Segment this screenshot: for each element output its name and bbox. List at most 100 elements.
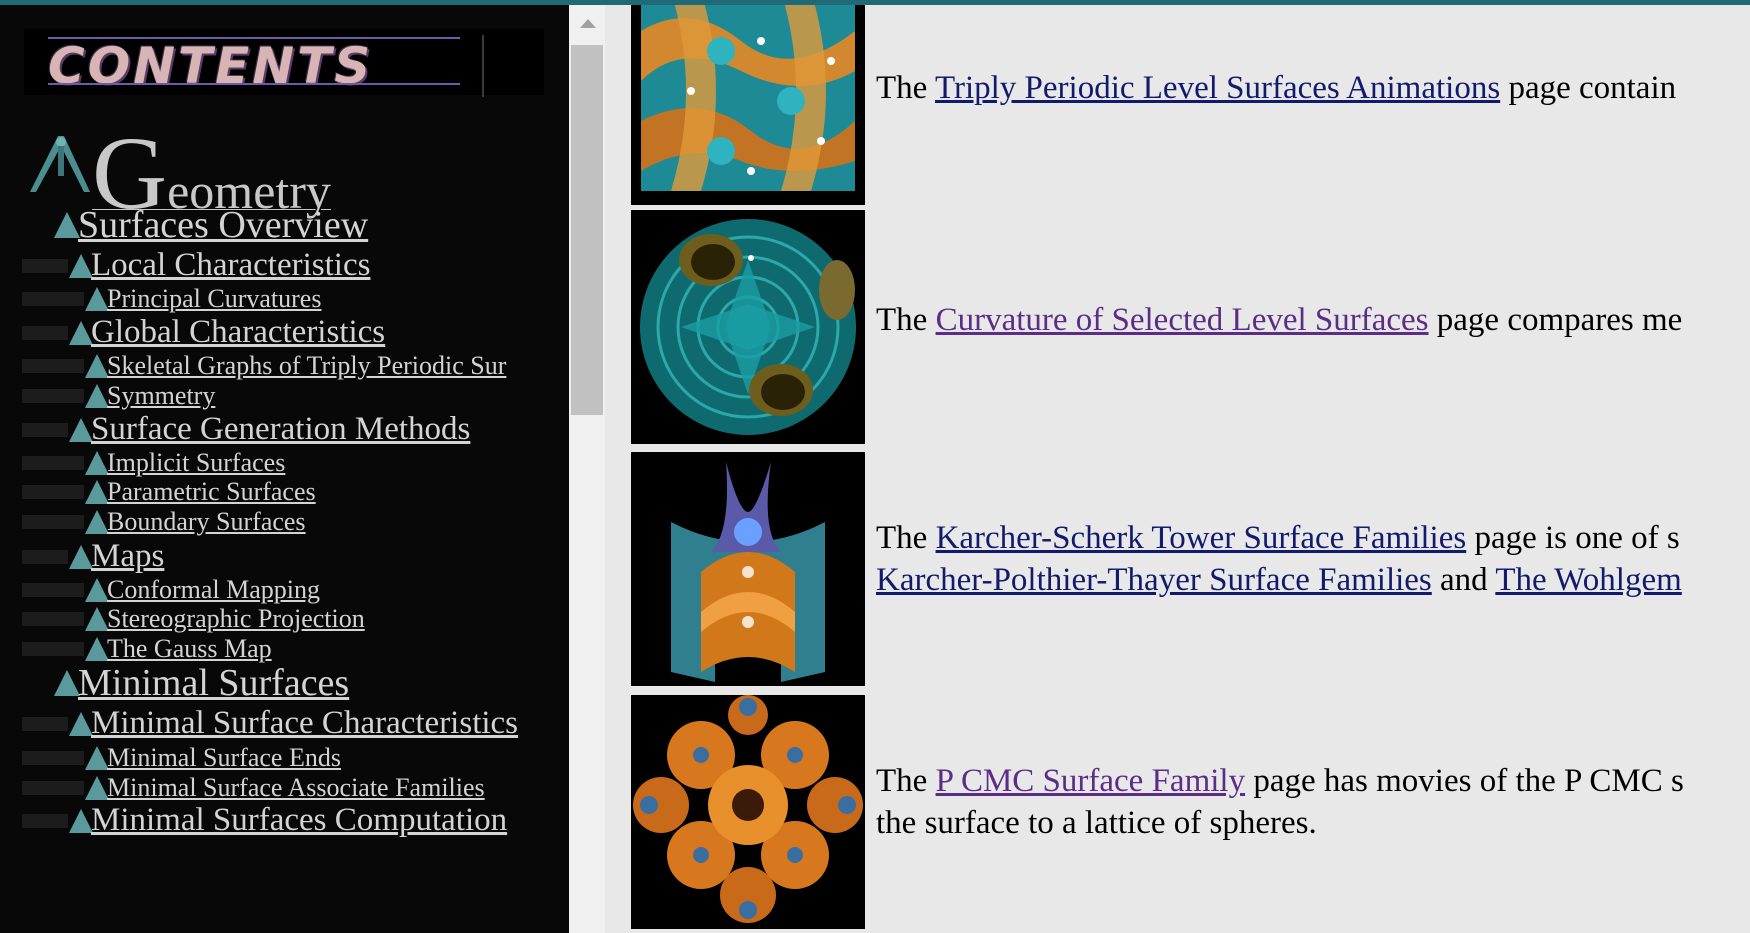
nav-item[interactable]: The Gauss Map (22, 634, 272, 664)
nav-item[interactable]: Minimal Surfaces Computation (22, 802, 507, 839)
triangle-bullet-icon (85, 451, 109, 475)
banner-bottom-line (48, 83, 460, 85)
triangle-bullet-icon (85, 776, 109, 800)
nav-item[interactable]: Maps (22, 538, 164, 575)
level-surface-thumbnail[interactable] (631, 5, 865, 205)
nav-link[interactable]: Parametric Surfaces (107, 477, 316, 507)
nav-item[interactable]: Surfaces Overview (54, 203, 368, 247)
nav-indent-marker (22, 389, 84, 403)
nav-item[interactable]: Conformal Mapping (22, 575, 320, 605)
scroll-thumb[interactable] (571, 45, 603, 415)
desc-text: The (876, 302, 936, 338)
nav-item[interactable]: Global Characteristics (22, 314, 385, 351)
nav-item[interactable]: Parametric Surfaces (22, 477, 316, 507)
nav-link[interactable]: Conformal Mapping (107, 575, 320, 605)
nav-indent-marker (22, 716, 68, 731)
karcher-scherk-link[interactable]: Karcher-Scherk Tower Surface Families (936, 520, 1467, 556)
nav-item[interactable]: Surface Generation Methods (22, 411, 470, 448)
nav-indent-marker (22, 325, 68, 340)
nav-link[interactable]: Skeletal Graphs of Triply Periodic Sur (107, 351, 506, 381)
nav-link[interactable]: Implicit Surfaces (107, 448, 285, 478)
p-cmc-surface-family-link[interactable]: P CMC Surface Family (936, 763, 1246, 799)
nav-indent-marker (22, 751, 84, 765)
nav-scrollbar[interactable] (569, 5, 605, 933)
nav-indent-marker (22, 583, 84, 597)
desc-text: and (1431, 562, 1496, 598)
triangle-bullet-icon (85, 637, 109, 661)
nav-link[interactable]: Surface Generation Methods (91, 411, 470, 448)
desc-text: page has movies of the P CMC s (1245, 763, 1684, 799)
nav-link[interactable]: Minimal Surfaces Computation (91, 802, 507, 839)
nav-link[interactable]: Symmetry (107, 381, 215, 411)
nav-item[interactable]: Stereographic Projection (22, 604, 365, 634)
nav-link[interactable]: Stereographic Projection (107, 604, 365, 634)
nav-item[interactable]: Minimal Surface Associate Families (22, 773, 485, 803)
scroll-up-arrow-icon[interactable] (580, 19, 596, 28)
nav-link[interactable]: Principal Curvatures (107, 284, 321, 314)
triangle-bullet-icon (85, 746, 109, 770)
karcher-scherk-thumbnail[interactable] (631, 452, 865, 686)
karcher-polthier-thayer-link[interactable]: Karcher-Polthier-Thayer Surface Families (876, 562, 1432, 598)
nav-item[interactable]: Symmetry (22, 381, 215, 411)
nav-indent-marker (22, 359, 84, 373)
nav-indent-marker (22, 642, 84, 656)
desc-text: The (876, 70, 935, 106)
triply-periodic-animations-link[interactable]: Triply Periodic Level Surfaces Animation… (935, 70, 1500, 106)
triangle-bullet-icon (69, 544, 93, 569)
triangle-bullet-icon (85, 354, 109, 378)
nav-indent-marker (22, 258, 68, 273)
nav-item[interactable]: Minimal Surfaces (54, 661, 349, 705)
triangle-bullet-icon (69, 711, 93, 736)
nav-link[interactable]: Global Characteristics (91, 314, 385, 351)
nav-link[interactable]: Surfaces Overview (78, 203, 368, 247)
row-description: The P CMC Surface Family page has movies… (876, 760, 1750, 844)
nav-indent-marker (22, 813, 68, 828)
triangle-bullet-icon (85, 578, 109, 602)
contents-nav-frame: CONTENTS Geometry Surfaces Overview Local… (0, 5, 569, 933)
nav-link[interactable]: Local Characteristics (91, 247, 370, 284)
desc-text: page compares me (1428, 302, 1683, 338)
triangle-bullet-icon (69, 320, 93, 345)
triangle-bullet-icon (69, 417, 93, 442)
desc-line: The Karcher-Scherk Tower Surface Familie… (876, 517, 1750, 559)
nav-link[interactable]: Boundary Surfaces (107, 507, 306, 537)
triangle-bullet-icon (85, 510, 109, 534)
wohlgemuth-link[interactable]: The Wohlgem (1495, 562, 1681, 598)
triangle-bullet-icon (54, 670, 80, 696)
triangle-bullet-icon (54, 212, 80, 238)
desc-text: The (876, 520, 936, 556)
curvature-level-surfaces-link[interactable]: Curvature of Selected Level Surfaces (936, 302, 1429, 338)
desc-text: page contain (1500, 70, 1677, 106)
nav-item[interactable]: Local Characteristics (22, 247, 370, 284)
desc-text: The (876, 763, 936, 799)
row-description: The Curvature of Selected Level Surfaces… (876, 299, 1750, 341)
triangle-bullet-icon (69, 253, 93, 278)
nav-link[interactable]: The Gauss Map (107, 634, 272, 664)
nav-link[interactable]: Minimal Surface Associate Families (107, 773, 485, 803)
main-content: The Triply Periodic Level Surfaces Anima… (605, 5, 1750, 933)
nav-link[interactable]: Minimal Surface Ends (107, 743, 341, 773)
nav-item[interactable]: Principal Curvatures (22, 284, 321, 314)
banner-separator (482, 35, 484, 97)
triangle-bullet-icon (85, 480, 109, 504)
nav-indent-marker (22, 515, 84, 529)
nav-item[interactable]: Skeletal Graphs of Triply Periodic Sur (22, 351, 506, 381)
nav-item[interactable]: Implicit Surfaces (22, 448, 285, 478)
row-description: The Triply Periodic Level Surfaces Anima… (876, 67, 1750, 109)
desc-line: The P CMC Surface Family page has movies… (876, 760, 1750, 802)
nav-link[interactable]: Minimal Surfaces (78, 661, 349, 705)
desc-line: Karcher-Polthier-Thayer Surface Families… (876, 559, 1750, 601)
nav-indent-marker (22, 612, 84, 626)
triangle-bullet-icon (69, 808, 93, 833)
nav-link[interactable]: Minimal Surface Characteristics (91, 705, 518, 742)
curvature-surface-thumbnail[interactable] (631, 210, 865, 444)
desc-line: the surface to a lattice of spheres. (876, 805, 1317, 841)
nav-item[interactable]: Minimal Surface Ends (22, 743, 341, 773)
nav-item[interactable]: Boundary Surfaces (22, 507, 306, 537)
compass-icon (30, 136, 90, 192)
p-cmc-thumbnail[interactable] (631, 695, 865, 929)
nav-link[interactable]: Maps (91, 538, 164, 575)
nav-indent-marker (22, 549, 68, 564)
nav-item[interactable]: Minimal Surface Characteristics (22, 705, 518, 742)
nav-indent-marker (22, 422, 68, 437)
